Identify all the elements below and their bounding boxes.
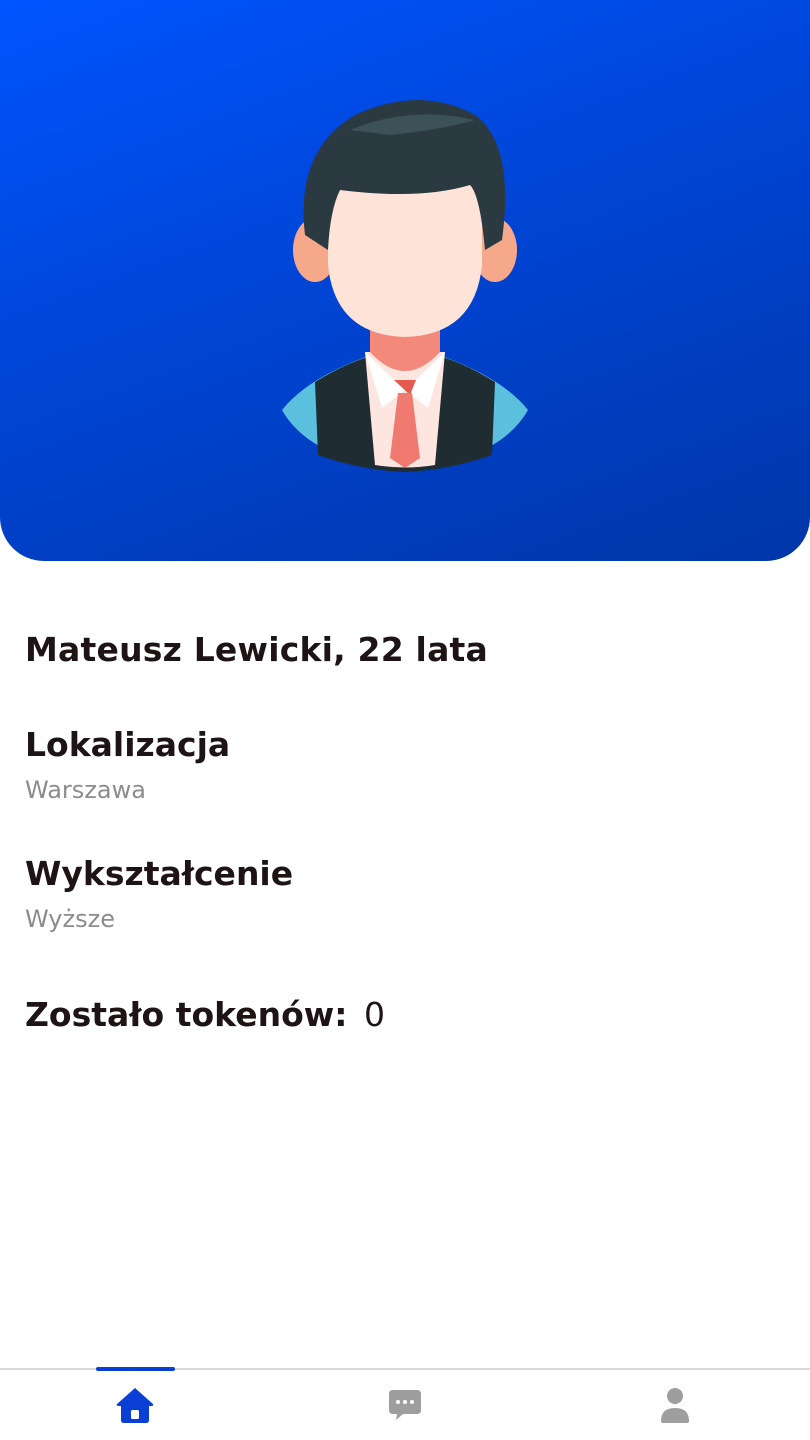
- avatar: [282, 100, 528, 472]
- nav-chat[interactable]: [270, 1370, 540, 1440]
- location-section: Lokalizacja Warszawa: [25, 725, 785, 804]
- tokens-value: 0: [363, 995, 385, 1034]
- tokens-row: Zostało tokenów: 0: [25, 995, 385, 1034]
- education-value: Wyższe: [25, 905, 115, 933]
- nav-profile[interactable]: [540, 1370, 810, 1440]
- bottom-navigation: [0, 1367, 810, 1440]
- education-section: Wykształcenie Wyższe: [25, 854, 785, 933]
- profile-info: Mateusz Lewicki, 22 lata Lokalizacja War…: [25, 630, 785, 933]
- location-value: Warszawa: [25, 776, 146, 804]
- profile-header: [0, 0, 810, 561]
- tokens-label: Zostało tokenów:: [25, 995, 348, 1034]
- person-icon: [661, 1388, 689, 1423]
- home-icon: [116, 1388, 154, 1423]
- education-title: Wykształcenie: [25, 854, 294, 893]
- name-age: Mateusz Lewicki, 22 lata: [25, 630, 488, 669]
- location-title: Lokalizacja: [25, 725, 231, 764]
- nav-home[interactable]: [0, 1370, 270, 1440]
- chat-icon: [389, 1390, 421, 1420]
